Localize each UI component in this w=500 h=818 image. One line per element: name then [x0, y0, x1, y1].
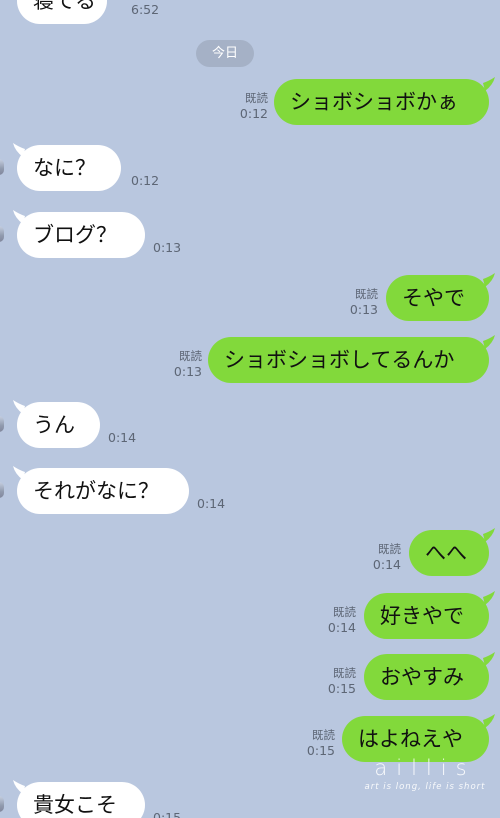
- message-text: へへ: [425, 541, 467, 565]
- read-receipt: 既読: [245, 91, 268, 105]
- message-bubble-outgoing[interactable]: おやすみ: [364, 654, 489, 700]
- message-meta: 既読 0:14: [324, 605, 356, 635]
- chat-area[interactable]: 今日 寝てる 6:52 ショボショボかぁ 既読 0:12 なに？ 0:12 ブロ…: [0, 0, 500, 818]
- message-meta: 0:14: [108, 430, 136, 445]
- bubble-tail-icon: [483, 591, 495, 605]
- watermark-tagline: art is long, life is short: [364, 782, 486, 792]
- message-time: 0:14: [197, 496, 226, 511]
- message-text: 寝てる: [33, 0, 96, 13]
- bubble-tail-icon: [483, 652, 495, 666]
- message-bubble-incoming[interactable]: それがなに？: [17, 468, 189, 514]
- message-text: ショボショボかぁ: [290, 90, 458, 114]
- bubble-tail-icon: [483, 273, 495, 287]
- message-bubble-outgoing[interactable]: 好きやで: [364, 593, 489, 639]
- message-time: 0:14: [372, 557, 401, 572]
- message-text: はよねえや: [358, 727, 463, 751]
- bubble-tail-icon: [483, 77, 495, 91]
- message-time: 6:52: [131, 2, 160, 17]
- bubble-tail-icon: [483, 335, 495, 349]
- message-bubble-outgoing[interactable]: そやで: [386, 275, 489, 321]
- avatar[interactable]: [0, 482, 4, 498]
- message-bubble-outgoing[interactable]: はよねえや: [342, 716, 489, 762]
- bubble-tail-icon: [483, 528, 495, 542]
- message-meta: 0:15: [153, 810, 181, 818]
- message-time: 0:15: [327, 681, 356, 696]
- bubble-tail-icon: [483, 714, 495, 728]
- message-meta: 0:13: [153, 240, 181, 255]
- avatar[interactable]: [0, 226, 4, 242]
- message-text: 貴女こそ: [33, 793, 117, 817]
- message-bubble-outgoing[interactable]: ショボショボかぁ: [274, 79, 489, 125]
- message-text: それがなに？: [33, 479, 159, 503]
- message-time: 0:13: [153, 240, 182, 255]
- read-receipt: 既読: [378, 542, 401, 556]
- message-text: ブログ？: [33, 223, 117, 247]
- message-meta: 既読 0:15: [324, 666, 356, 696]
- message-bubble-outgoing[interactable]: ショボショボしてるんか: [208, 337, 489, 383]
- avatar[interactable]: [0, 159, 4, 175]
- message-text: おやすみ: [380, 665, 464, 689]
- message-text: ショボショボしてるんか: [224, 348, 455, 372]
- date-separator: 今日: [196, 40, 254, 67]
- message-text: なに？: [33, 156, 96, 180]
- message-time: 0:15: [306, 743, 335, 758]
- message-bubble-outgoing[interactable]: へへ: [409, 530, 489, 576]
- message-meta: 0:12: [131, 173, 159, 188]
- avatar[interactable]: [0, 796, 4, 812]
- message-bubble-incoming[interactable]: うん: [17, 402, 100, 448]
- message-meta: 6:52: [131, 2, 159, 17]
- message-time: 0:13: [173, 364, 202, 379]
- message-meta: 既読 0:13: [170, 349, 202, 379]
- message-time: 0:14: [108, 430, 137, 445]
- read-receipt: 既読: [333, 605, 356, 619]
- read-receipt: 既読: [312, 728, 335, 742]
- message-bubble-incoming[interactable]: 寝てる: [17, 0, 107, 24]
- message-meta: 既読 0:14: [369, 542, 401, 572]
- message-text: そやで: [402, 286, 465, 310]
- message-bubble-incoming[interactable]: 貴女こそ: [17, 782, 145, 818]
- message-meta: 0:14: [197, 496, 225, 511]
- read-receipt: 既読: [333, 666, 356, 680]
- message-meta: 既読 0:13: [346, 287, 378, 317]
- message-text: うん: [33, 413, 75, 437]
- read-receipt: 既読: [355, 287, 378, 301]
- message-time: 0:12: [131, 173, 160, 188]
- message-time: 0:15: [153, 810, 182, 818]
- message-meta: 既読 0:12: [236, 91, 268, 121]
- message-bubble-incoming[interactable]: ブログ？: [17, 212, 145, 258]
- message-bubble-incoming[interactable]: なに？: [17, 145, 121, 191]
- message-meta: 既読 0:15: [303, 728, 335, 758]
- message-time: 0:12: [239, 106, 268, 121]
- message-time: 0:13: [349, 302, 378, 317]
- message-text: 好きやで: [380, 604, 464, 628]
- message-time: 0:14: [327, 620, 356, 635]
- avatar[interactable]: [0, 416, 4, 432]
- read-receipt: 既読: [179, 349, 202, 363]
